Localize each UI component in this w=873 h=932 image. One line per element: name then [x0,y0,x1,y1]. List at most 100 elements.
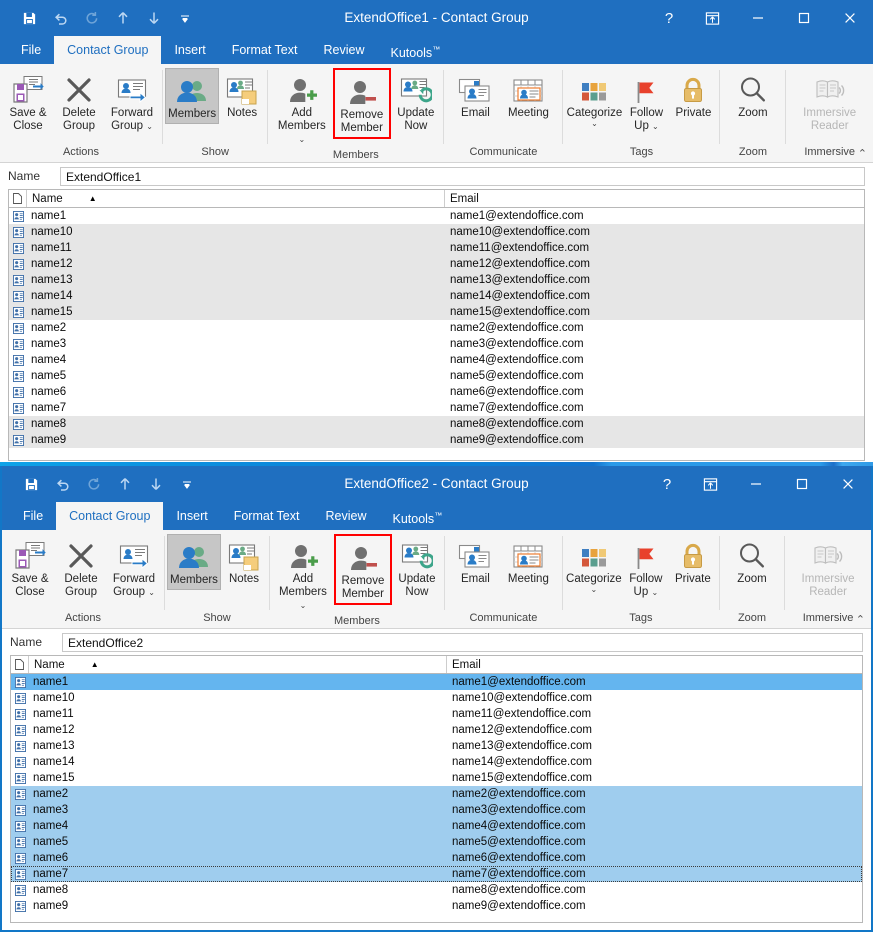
categorize-button[interactable]: Categorize ⌄ [565,68,623,130]
update-now-button[interactable]: Update Now [392,534,442,601]
tab-format-text[interactable]: Format Text [221,502,313,530]
close-icon[interactable] [827,0,873,36]
group-name-input[interactable]: ExtendOffice2 [62,632,863,652]
table-row[interactable]: name15 name15@extendoffice.com [9,304,864,320]
table-row[interactable]: name4 name4@extendoffice.com [11,818,862,834]
chevron-down-icon[interactable]: ⌄ [651,588,658,597]
ribbon-display-options-icon[interactable] [689,0,735,36]
categorize-button[interactable]: Categorize ⌄ [565,534,623,596]
table-row[interactable]: name10 name10@extendoffice.com [9,224,864,240]
follow-up-button[interactable]: Follow Up ⌄ [623,534,669,601]
minimize-icon[interactable] [735,0,781,36]
tab-insert[interactable]: Insert [161,36,218,64]
tab-kutools[interactable]: Kutools™ [379,502,455,530]
help-icon[interactable]: ? [647,466,687,502]
table-row[interactable]: name13 name13@extendoffice.com [9,272,864,288]
table-row[interactable]: name10 name10@extendoffice.com [11,690,862,706]
forward-group-button[interactable]: Forward Group ⌄ [104,68,160,135]
meeting-button[interactable]: Meeting [500,534,556,588]
table-row[interactable]: name7 name7@extendoffice.com [9,400,864,416]
table-row[interactable]: name2 name2@extendoffice.com [9,320,864,336]
table-row[interactable]: name11 name11@extendoffice.com [11,706,862,722]
notes-button[interactable]: Notes [221,534,267,588]
tab-insert[interactable]: Insert [163,502,220,530]
delete-group-button[interactable]: Delete Group [54,68,104,135]
private-button[interactable]: Private [669,534,717,588]
table-row[interactable]: name6 name6@extendoffice.com [11,850,862,866]
chevron-down-icon[interactable]: ⌄ [298,135,305,144]
table-row[interactable]: name7 name7@extendoffice.com [11,866,862,882]
close-icon[interactable] [825,466,871,502]
update-now-button[interactable]: Update Now [391,68,441,135]
members-button[interactable]: Members [165,68,220,124]
table-row[interactable]: name11 name11@extendoffice.com [9,240,864,256]
column-header-email[interactable]: Email [445,190,864,207]
table-row[interactable]: name2 name2@extendoffice.com [11,786,862,802]
table-row[interactable]: name8 name8@extendoffice.com [9,416,864,432]
chevron-down-icon[interactable]: ⌄ [300,601,307,610]
private-button[interactable]: Private [669,68,717,122]
follow-up-button[interactable]: Follow Up ⌄ [623,68,669,135]
forward-group-button[interactable]: Forward Group ⌄ [106,534,162,601]
table-row[interactable]: name1 name1@extendoffice.com [11,674,862,690]
table-row[interactable]: name14 name14@extendoffice.com [11,754,862,770]
zoom-button[interactable]: Zoom [727,534,777,588]
table-row[interactable]: name13 name13@extendoffice.com [11,738,862,754]
group-name-input[interactable]: ExtendOffice1 [60,166,865,186]
table-row[interactable]: name6 name6@extendoffice.com [9,384,864,400]
table-row[interactable]: name1 name1@extendoffice.com [9,208,864,224]
remove-member-button[interactable]: Remove Member [333,534,392,605]
add-members-button[interactable]: Add Members ⌄ [272,534,334,614]
tab-file[interactable]: File [8,36,54,64]
column-header-name[interactable]: Name ▲ [29,656,447,673]
tab-file[interactable]: File [10,502,56,530]
tab-kutools[interactable]: Kutools™ [377,36,453,64]
remove-member-button[interactable]: Remove Member [332,68,391,139]
zoom-button[interactable]: Zoom [728,68,778,122]
chevron-down-icon[interactable]: ⌄ [146,122,153,131]
chevron-down-icon[interactable]: ⌄ [652,122,659,131]
email-button[interactable]: Email [450,68,500,122]
column-header-icon[interactable] [9,190,27,207]
table-row[interactable]: name9 name9@extendoffice.com [9,432,864,448]
chevron-up-icon[interactable]: ⌃ [856,613,865,626]
chevron-down-icon[interactable]: ⌄ [590,586,597,594]
tab-review[interactable]: Review [312,502,379,530]
tab-contact-group[interactable]: Contact Group [54,36,162,64]
table-row[interactable]: name15 name15@extendoffice.com [11,770,862,786]
add-members-button[interactable]: Add Members ⌄ [271,68,333,148]
help-icon[interactable]: ? [649,0,689,36]
save-and-close-button[interactable]: Save & Close [4,534,56,601]
save-and-close-button[interactable]: Save & Close [2,68,54,135]
email-button[interactable]: Email [450,534,500,588]
members-button[interactable]: Members [166,534,221,590]
table-row[interactable]: name3 name3@extendoffice.com [11,802,862,818]
delete-group-button[interactable]: Delete Group [56,534,106,601]
table-row[interactable]: name12 name12@extendoffice.com [9,256,864,272]
table-row[interactable]: name5 name5@extendoffice.com [11,834,862,850]
chevron-up-icon[interactable]: ⌃ [858,147,867,160]
notes-button[interactable]: Notes [219,68,265,122]
meeting-button[interactable]: Meeting [500,68,556,122]
tab-contact-group[interactable]: Contact Group [56,502,164,530]
chevron-down-icon[interactable]: ⌄ [148,588,155,597]
maximize-icon[interactable] [781,0,827,36]
column-header-email[interactable]: Email [447,656,862,673]
chevron-down-icon[interactable]: ⌄ [591,120,598,128]
immersive-reader-button[interactable]: Immersive Reader [797,68,863,135]
table-row[interactable]: name4 name4@extendoffice.com [9,352,864,368]
table-row[interactable]: name14 name14@extendoffice.com [9,288,864,304]
ribbon-display-options-icon[interactable] [687,466,733,502]
table-row[interactable]: name12 name12@extendoffice.com [11,722,862,738]
table-row[interactable]: name9 name9@extendoffice.com [11,898,862,914]
tab-format-text[interactable]: Format Text [219,36,311,64]
tab-review[interactable]: Review [310,36,377,64]
column-header-icon[interactable] [11,656,29,673]
table-row[interactable]: name3 name3@extendoffice.com [9,336,864,352]
column-header-name[interactable]: Name ▲ [27,190,445,207]
minimize-icon[interactable] [733,466,779,502]
immersive-reader-button[interactable]: Immersive Reader [795,534,861,601]
table-row[interactable]: name5 name5@extendoffice.com [9,368,864,384]
table-row[interactable]: name8 name8@extendoffice.com [11,882,862,898]
maximize-icon[interactable] [779,466,825,502]
